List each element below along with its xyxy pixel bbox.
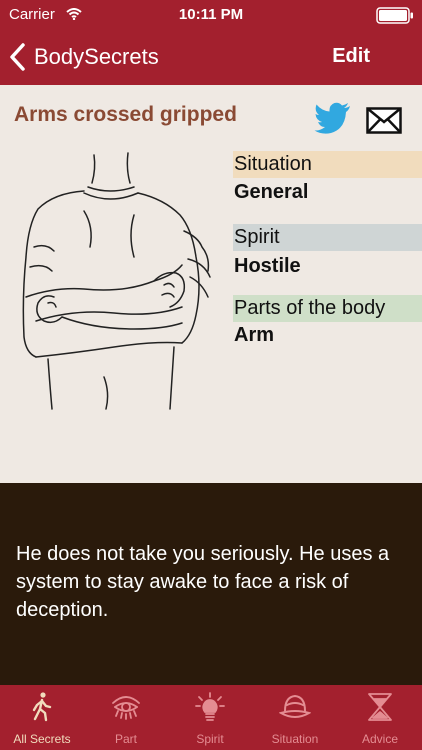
- tab-bar: All Secrets Part Spirit Situation Advice: [0, 685, 422, 750]
- twitter-icon[interactable]: [314, 102, 352, 134]
- hourglass-icon: [368, 693, 392, 721]
- eye-icon: [112, 696, 140, 720]
- walking-person-icon: [32, 692, 52, 722]
- tab-part-label: Part: [114, 732, 137, 746]
- back-label: BodySecrets: [34, 44, 159, 69]
- secret-title: Arms crossed gripped: [14, 103, 237, 126]
- chevron-left-icon: [10, 43, 25, 71]
- spirit-value: Hostile: [234, 255, 301, 277]
- status-bar: Carrier 10:11 PM: [0, 0, 422, 30]
- parts-of-body-header: Parts of the body: [233, 295, 422, 322]
- description-text: He does not take you seriously. He uses …: [16, 543, 390, 621]
- tab-all-secrets[interactable]: All Secrets: [0, 685, 84, 750]
- spirit-header: Spirit: [233, 224, 422, 251]
- tab-advice-label: Advice: [361, 732, 399, 746]
- situation-header: Situation: [233, 151, 422, 178]
- status-time: 10:11 PM: [178, 6, 244, 23]
- back-button[interactable]: BodySecrets: [8, 40, 159, 74]
- hat-icon: [279, 694, 311, 718]
- situation-value: General: [234, 181, 309, 203]
- tab-part[interactable]: Part: [84, 685, 168, 750]
- tab-spirit[interactable]: Spirit: [168, 685, 252, 750]
- tab-situation-label: Situation: [271, 732, 319, 746]
- nav-bar: BodySecrets Edit: [0, 30, 422, 85]
- arms-crossed-illustration: [22, 152, 211, 410]
- header: Carrier 10:11 PM BodySecrets Edit: [0, 0, 422, 85]
- tab-situation[interactable]: Situation: [253, 685, 337, 750]
- lightbulb-icon: [195, 692, 225, 721]
- tab-all-secrets-label: All Secrets: [13, 732, 71, 746]
- mail-icon[interactable]: [366, 107, 402, 134]
- secret-detail: Arms crossed gripped Situation General S…: [0, 85, 422, 483]
- battery-icon: [376, 7, 413, 24]
- tab-advice[interactable]: Advice: [338, 685, 422, 750]
- tab-spirit-label: Spirit: [196, 732, 224, 746]
- edit-button[interactable]: Edit: [332, 45, 370, 68]
- description-panel: He does not take you seriously. He uses …: [0, 483, 422, 685]
- parts-of-body-value: Arm: [234, 324, 275, 346]
